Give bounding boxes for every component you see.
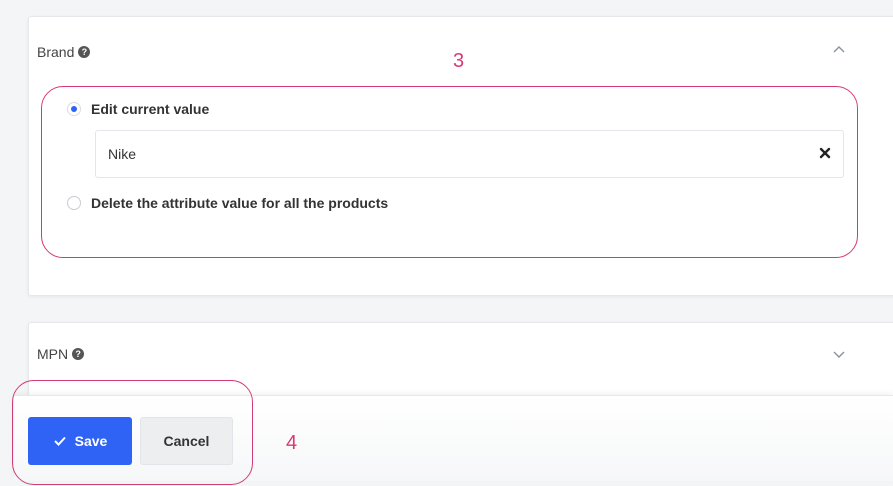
mpn-title-label: MPN xyxy=(37,346,69,362)
annotation-number-3: 3 xyxy=(453,50,465,72)
annotation-box-3 xyxy=(41,86,858,258)
chevron-down-icon[interactable] xyxy=(832,349,846,359)
annotation-box-4 xyxy=(12,380,253,485)
help-icon[interactable]: ? xyxy=(72,348,85,360)
chevron-up-icon[interactable] xyxy=(832,45,846,55)
mpn-title: MPN ? xyxy=(37,346,85,362)
brand-title: Brand ? xyxy=(37,44,91,60)
help-icon[interactable]: ? xyxy=(78,46,91,58)
brand-title-label: Brand xyxy=(37,44,75,60)
annotation-number-4: 4 xyxy=(286,432,298,454)
